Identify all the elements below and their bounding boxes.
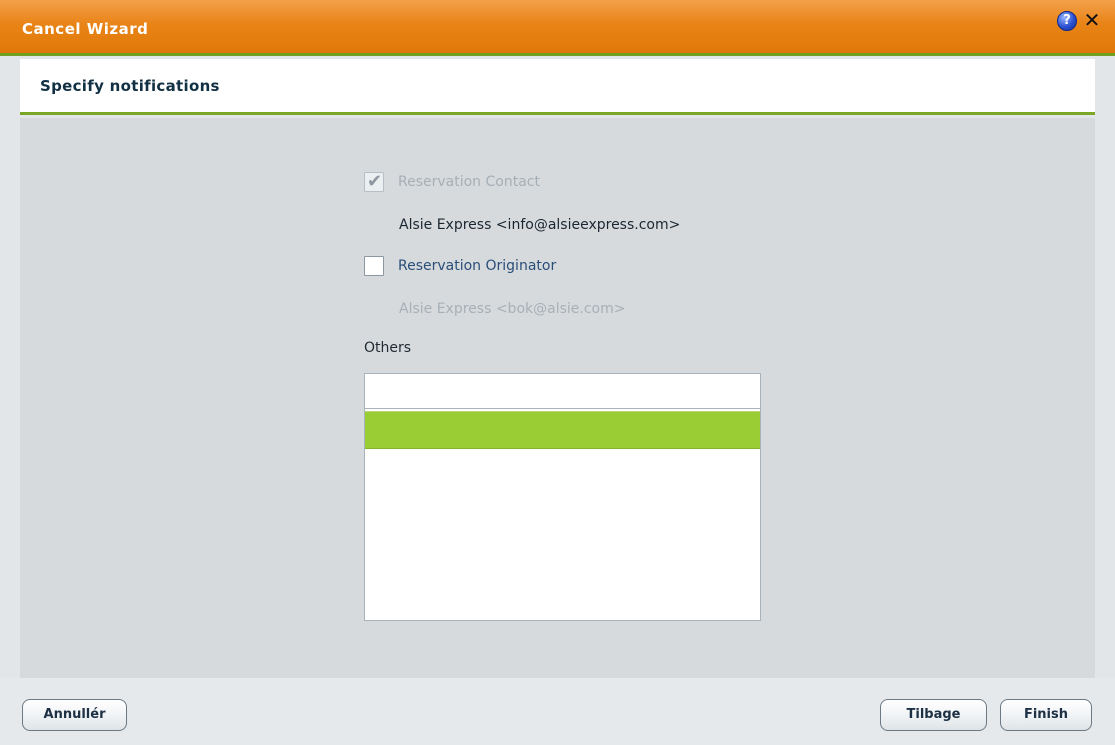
others-list[interactable] — [364, 373, 761, 621]
reservation-originator-checkbox[interactable] — [364, 256, 384, 276]
notifications-panel: ✔ Reservation Contact Alsie Express <inf… — [20, 118, 1095, 678]
title-bar: Cancel Wizard ? ✕ — [0, 0, 1115, 56]
reservation-contact-checkbox: ✔ — [364, 171, 384, 192]
others-email-input[interactable] — [365, 374, 760, 409]
help-icon[interactable]: ? — [1057, 11, 1077, 31]
reservation-contact-label: Reservation Contact — [398, 174, 540, 190]
step-header: Specify notifications — [20, 59, 1095, 115]
reservation-contact-email: Alsie Express <info@alsieexpress.com> — [399, 217, 681, 233]
finish-button[interactable]: Finish — [1000, 699, 1092, 731]
others-label: Others — [364, 340, 412, 356]
cancel-button[interactable]: Annullér — [22, 699, 127, 731]
close-icon[interactable]: ✕ — [1080, 8, 1104, 32]
wizard-footer: Annullér Tilbage Finish — [0, 678, 1115, 745]
window-title: Cancel Wizard — [22, 20, 149, 38]
reservation-originator-label[interactable]: Reservation Originator — [398, 258, 556, 274]
page-title: Specify notifications — [40, 77, 220, 95]
cancel-wizard-dialog: Cancel Wizard ? ✕ Specify notifications … — [0, 0, 1115, 745]
reservation-originator-email: Alsie Express <bok@alsie.com> — [399, 301, 626, 317]
others-selected-row[interactable] — [365, 411, 760, 449]
back-button[interactable]: Tilbage — [880, 699, 987, 731]
checkmark-icon: ✔ — [367, 171, 383, 192]
